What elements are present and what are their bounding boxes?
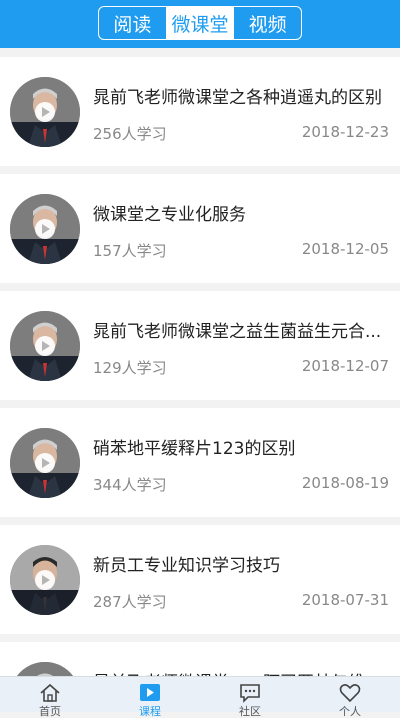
nav-community[interactable]: 社区 [200,677,300,718]
tab-video[interactable]: 视频 [233,7,301,39]
course-title: 晁前飞老师微课堂之各种逍遥丸的区别 [93,88,382,108]
course-card[interactable]: 微课堂之专业化服务 157人学习 2018-12-05 [0,174,400,283]
course-card[interactable]: 晁前飞老师微课堂——阿司匹林与维 [0,642,400,676]
play-icon[interactable] [35,453,55,473]
course-title: 微课堂之专业化服务 [93,205,246,225]
nav-home[interactable]: 首页 [0,677,100,718]
teacher-avatar [10,311,80,381]
teacher-avatar [10,77,80,147]
publish-date: 2018-12-07 [301,357,389,375]
course-title: 晁前飞老师微课堂——阿司匹林与维 [93,668,393,676]
top-header: 阅读 微课堂 视频 [0,0,400,48]
teacher-avatar [10,428,80,498]
play-icon[interactable] [35,336,55,356]
teacher-avatar [10,194,80,264]
publish-date: 2018-12-05 [301,240,389,258]
bottom-nav: 首页 课程 社区 个人 [0,676,400,718]
play-icon[interactable] [35,219,55,239]
course-card[interactable]: 晁前飞老师微课堂之各种逍遥丸的区别 256人学习 2018-12-23 [0,57,400,166]
learner-count: 287人学习 [93,593,167,611]
learner-count: 344人学习 [93,476,167,494]
teacher-avatar [10,662,80,676]
nav-community-label: 社区 [239,705,261,718]
nav-home-label: 首页 [39,705,61,718]
teacher-avatar [10,545,80,615]
learner-count: 157人学习 [93,242,167,260]
course-card[interactable]: 硝苯地平缓释片123的区别 344人学习 2018-08-19 [0,408,400,517]
tab-reading[interactable]: 阅读 [99,7,166,39]
learner-count: 256人学习 [93,125,167,143]
course-title: 晁前飞老师微课堂之益生菌益生元合... [93,322,382,342]
publish-date: 2018-08-19 [301,474,389,492]
play-icon[interactable] [35,570,55,590]
nav-course[interactable]: 课程 [100,677,200,718]
learner-count: 129人学习 [93,359,167,377]
nav-course-label: 课程 [139,705,161,718]
category-segmented-control: 阅读 微课堂 视频 [98,6,302,40]
chat-icon [240,684,260,703]
course-card[interactable]: 新员工专业知识学习技巧 287人学习 2018-07-31 [0,525,400,634]
course-list[interactable]: 晁前飞老师微课堂之各种逍遥丸的区别 256人学习 2018-12-23 微课堂之… [0,48,400,676]
publish-date: 2018-07-31 [301,591,389,609]
home-icon [40,683,60,702]
nav-profile[interactable]: 个人 [300,677,400,718]
course-card[interactable]: 晁前飞老师微课堂之益生菌益生元合... 129人学习 2018-12-07 [0,291,400,400]
play-icon [140,684,160,701]
publish-date: 2018-12-23 [301,123,389,141]
course-title: 新员工专业知识学习技巧 [93,556,280,576]
nav-profile-label: 个人 [339,705,361,718]
play-icon[interactable] [35,102,55,122]
course-title: 硝苯地平缓释片123的区别 [93,439,296,459]
heart-icon [339,684,361,703]
tab-micro-class[interactable]: 微课堂 [165,7,234,39]
